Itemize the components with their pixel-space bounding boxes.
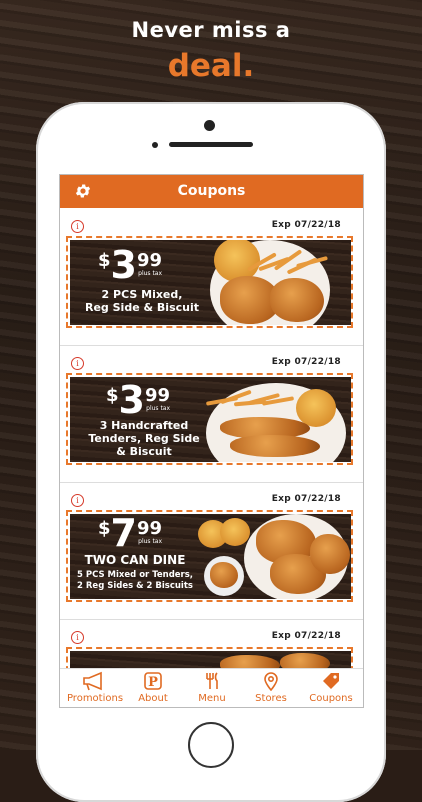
coupon-card[interactable]: i Exp 07/22/18 $399 plus tax 2 PCS Mixed… xyxy=(60,208,363,345)
tab-label: Promotions xyxy=(66,693,124,704)
divider xyxy=(60,345,363,346)
coupon-description: 2 PCS Mixed, Reg Side & Biscuit xyxy=(74,288,210,314)
coupon-image: $399 plus tax 2 PCS Mixed, Reg Side & Bi… xyxy=(70,240,351,325)
coupon-price: $399 plus tax xyxy=(106,378,171,422)
coupon-list[interactable]: i Exp 07/22/18 $399 plus tax 2 PCS Mixed… xyxy=(60,208,363,668)
description-line: 2 Reg Sides & 2 Biscuits xyxy=(77,581,193,591)
home-button[interactable] xyxy=(188,722,234,768)
description-line: 3 Handcrafted xyxy=(99,419,189,432)
location-pin-icon xyxy=(246,671,296,693)
sensor-dot xyxy=(152,142,158,148)
tab-promotions[interactable]: Promotions xyxy=(64,669,126,707)
coupon-description: 3 Handcrafted Tenders, Reg Side & Biscui… xyxy=(74,419,214,458)
divider xyxy=(60,482,363,483)
tab-label: Menu xyxy=(198,693,226,704)
tab-about[interactable]: P About xyxy=(128,669,178,707)
expiration-date: Exp 07/22/18 xyxy=(271,220,341,230)
price-cents: 99 xyxy=(136,250,163,271)
chicken-image xyxy=(280,653,330,668)
top-bar: Coupons xyxy=(60,175,363,208)
promo-line-1: Never miss a xyxy=(131,18,291,42)
description-line: 5 PCS Mixed or Tenders, xyxy=(76,570,194,580)
coupon-card[interactable]: i Exp 07/22/18 xyxy=(60,619,363,668)
divider xyxy=(60,619,363,620)
price-tax-note: plus tax xyxy=(138,270,163,277)
earpiece-speaker xyxy=(169,142,253,147)
bottom-tab-bar: Promotions P About Menu Stores Coupons xyxy=(60,668,363,707)
tab-label: Stores xyxy=(255,693,287,704)
tab-coupons[interactable]: Coupons xyxy=(302,669,360,707)
app-screen: Coupons i Exp 07/22/18 $399 plus tax 2 P… xyxy=(59,174,364,708)
popeyes-p-icon: P xyxy=(128,671,178,693)
expiration-date: Exp 07/22/18 xyxy=(271,357,341,367)
coupon-card[interactable]: i Exp 07/22/18 $399 plus tax 3 Handcraft… xyxy=(60,345,363,482)
chicken-image xyxy=(310,534,350,574)
page-title: Coupons xyxy=(177,183,246,199)
coupon-image xyxy=(70,651,351,668)
tab-stores[interactable]: Stores xyxy=(246,669,296,707)
price-cents: 99 xyxy=(144,385,171,406)
price-cents: 99 xyxy=(136,518,163,539)
info-icon[interactable]: i xyxy=(71,631,84,644)
fork-knife-icon xyxy=(188,671,236,693)
tab-menu[interactable]: Menu xyxy=(188,669,236,707)
description-line: 2 PCS Mixed, xyxy=(101,288,183,301)
info-icon[interactable]: i xyxy=(71,220,84,233)
price-tax-note: plus tax xyxy=(138,538,163,545)
coupon-image: $399 plus tax 3 Handcrafted Tenders, Reg… xyxy=(70,377,351,462)
coupon-price: $399 plus tax xyxy=(98,243,163,287)
megaphone-icon xyxy=(64,671,126,693)
price-dollars: 7 xyxy=(110,514,137,555)
tab-label: Coupons xyxy=(309,693,353,704)
side-dish-image xyxy=(210,562,238,588)
coupon-description: 5 PCS Mixed or Tenders, 2 Reg Sides & 2 … xyxy=(70,570,200,592)
coupon-headline: TWO CAN DINE xyxy=(84,553,186,567)
price-dollars: 3 xyxy=(118,378,145,422)
info-icon[interactable]: i xyxy=(71,494,84,507)
expiration-date: Exp 07/22/18 xyxy=(271,494,341,504)
tab-label: About xyxy=(138,693,168,704)
coupon-image: $799 plus tax TWO CAN DINE 5 PCS Mixed o… xyxy=(70,514,351,599)
coupon-tag-icon xyxy=(302,671,360,693)
chicken-image xyxy=(220,655,280,668)
biscuit-image xyxy=(220,518,250,546)
description-line: Tenders, Reg Side xyxy=(88,432,200,445)
description-line: & Biscuit xyxy=(116,445,172,458)
coupon-price: $799 plus tax xyxy=(98,514,162,552)
price-dollars: 3 xyxy=(110,243,137,287)
chicken-image xyxy=(270,278,324,322)
promo-headline: Never miss a deal. xyxy=(0,18,422,84)
coupon-card[interactable]: i Exp 07/22/18 $799 plus tax TWO CAN DIN… xyxy=(60,482,363,619)
description-line: Reg Side & Biscuit xyxy=(85,301,199,314)
tender-image xyxy=(230,435,320,457)
svg-text:P: P xyxy=(148,675,158,690)
price-tax-note: plus tax xyxy=(146,405,171,412)
info-icon[interactable]: i xyxy=(71,357,84,370)
promo-line-2: deal. xyxy=(167,48,255,84)
expiration-date: Exp 07/22/18 xyxy=(271,631,341,641)
front-camera xyxy=(204,120,215,131)
